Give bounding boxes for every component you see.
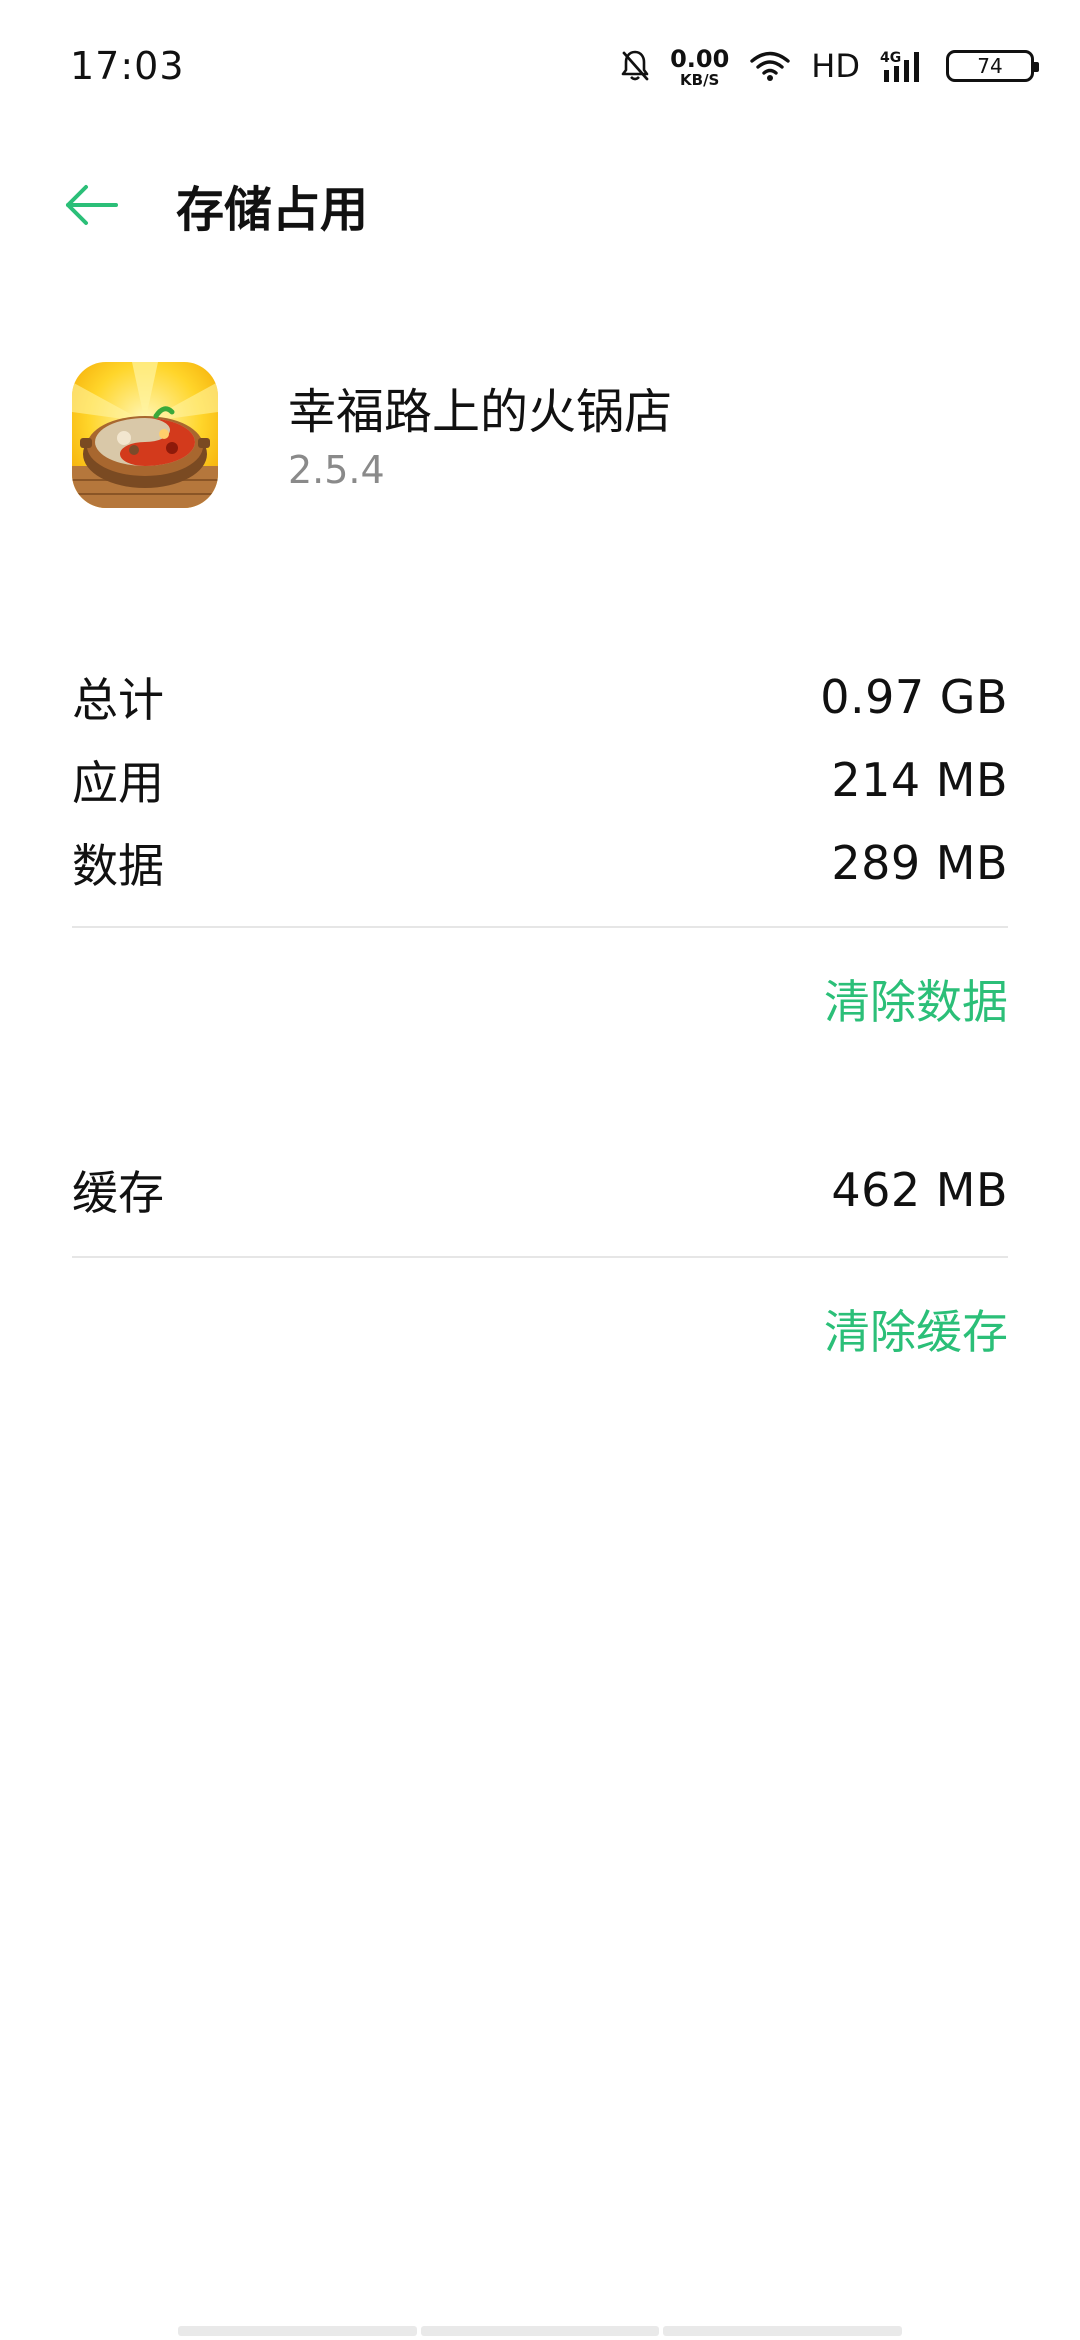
hd-label: HD <box>811 47 860 85</box>
status-bar: 17:03 0.00 KB/S HD 4G 74 <box>0 0 1080 132</box>
storage-row-cache: 缓存 462 MB <box>72 1155 1008 1225</box>
clear-data-button[interactable]: 清除数据 <box>824 966 1008 1032</box>
storage-row-app: 应用 214 MB <box>72 745 1008 815</box>
battery-icon: 74 <box>946 50 1039 82</box>
app-info: 幸福路上的火锅店 2.5.4 <box>0 360 1080 510</box>
storage-usage-screen: 17:03 0.00 KB/S HD 4G 74 存储占用 幸福路上的火锅店 2… <box>0 0 1080 2340</box>
divider <box>72 1256 1008 1258</box>
data-label: 数据 <box>72 839 164 893</box>
bell-mute-icon <box>620 49 650 83</box>
gesture-bar-segment <box>663 2326 903 2336</box>
back-button[interactable] <box>62 180 122 230</box>
gesture-bar-segment <box>420 2326 660 2336</box>
hotpot-app-icon <box>72 362 218 508</box>
gesture-bar-segment <box>178 2326 417 2336</box>
status-icons: 0.00 KB/S HD 4G 74 <box>620 45 1039 88</box>
cache-label: 缓存 <box>72 1166 164 1220</box>
wifi-icon <box>749 49 791 83</box>
app-size-value: 214 MB <box>831 753 1008 807</box>
network-type-label: 4G <box>880 50 901 66</box>
network-speed: 0.00 KB/S <box>670 47 729 88</box>
app-version: 2.5.4 <box>288 448 385 492</box>
battery-level: 74 <box>977 54 1003 78</box>
status-time: 17:03 <box>70 44 185 88</box>
app-size-label: 应用 <box>72 756 164 810</box>
arrow-left-icon <box>66 185 118 225</box>
storage-row-total: 总计 0.97 GB <box>72 662 1008 732</box>
signal-icon: 4G <box>880 48 926 84</box>
network-speed-unit: KB/S <box>680 70 720 89</box>
app-name: 幸福路上的火锅店 <box>288 384 673 440</box>
page-title: 存储占用 <box>176 182 369 238</box>
storage-row-data: 数据 289 MB <box>72 828 1008 898</box>
top-app-bar: 存储占用 <box>0 150 1080 258</box>
data-value: 289 MB <box>831 836 1008 890</box>
divider <box>72 926 1008 928</box>
cache-value: 462 MB <box>831 1163 1008 1217</box>
network-speed-value: 0.00 <box>670 44 730 73</box>
navigation-gesture-bar[interactable] <box>178 2326 903 2336</box>
total-label: 总计 <box>72 673 164 727</box>
clear-cache-button[interactable]: 清除缓存 <box>824 1296 1008 1362</box>
total-value: 0.97 GB <box>820 670 1008 724</box>
